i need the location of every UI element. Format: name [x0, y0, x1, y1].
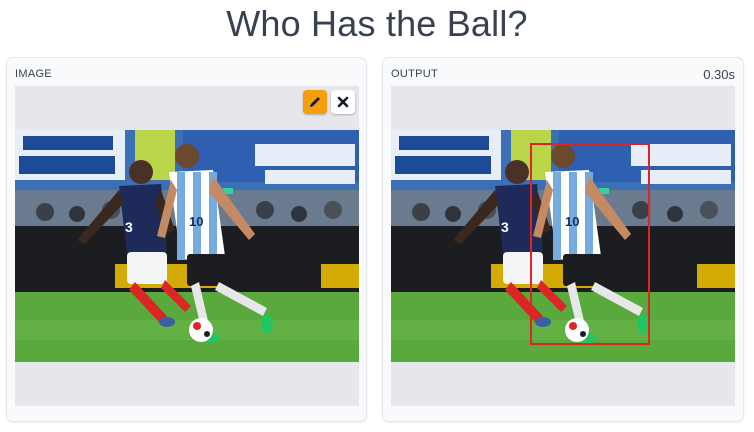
input-photo: 3 10 [15, 130, 359, 362]
input-panel-label: IMAGE [15, 68, 52, 80]
soccer-scene: 3 10 [391, 130, 735, 362]
page-title: Who Has the Ball? [226, 3, 528, 44]
inference-time: 0.30s [703, 67, 735, 82]
output-image-frame: 3 10 [391, 86, 735, 406]
output-panel-label: OUTPUT [391, 68, 439, 80]
svg-text:3: 3 [501, 219, 509, 235]
input-image-panel: IMAGE 3 10 [6, 57, 367, 422]
close-icon [337, 96, 349, 108]
svg-text:10: 10 [565, 214, 579, 229]
output-photo: 3 10 [391, 130, 735, 362]
soccer-scene: 3 10 [15, 130, 359, 362]
output-panel: OUTPUT 0.30s 3 10 [382, 57, 744, 422]
pencil-icon [310, 97, 320, 107]
edit-image-button[interactable] [303, 90, 327, 114]
svg-text:3: 3 [125, 219, 133, 235]
input-image-frame[interactable]: 3 10 [15, 86, 359, 406]
clear-image-button[interactable] [331, 90, 355, 114]
svg-text:10: 10 [189, 214, 203, 229]
